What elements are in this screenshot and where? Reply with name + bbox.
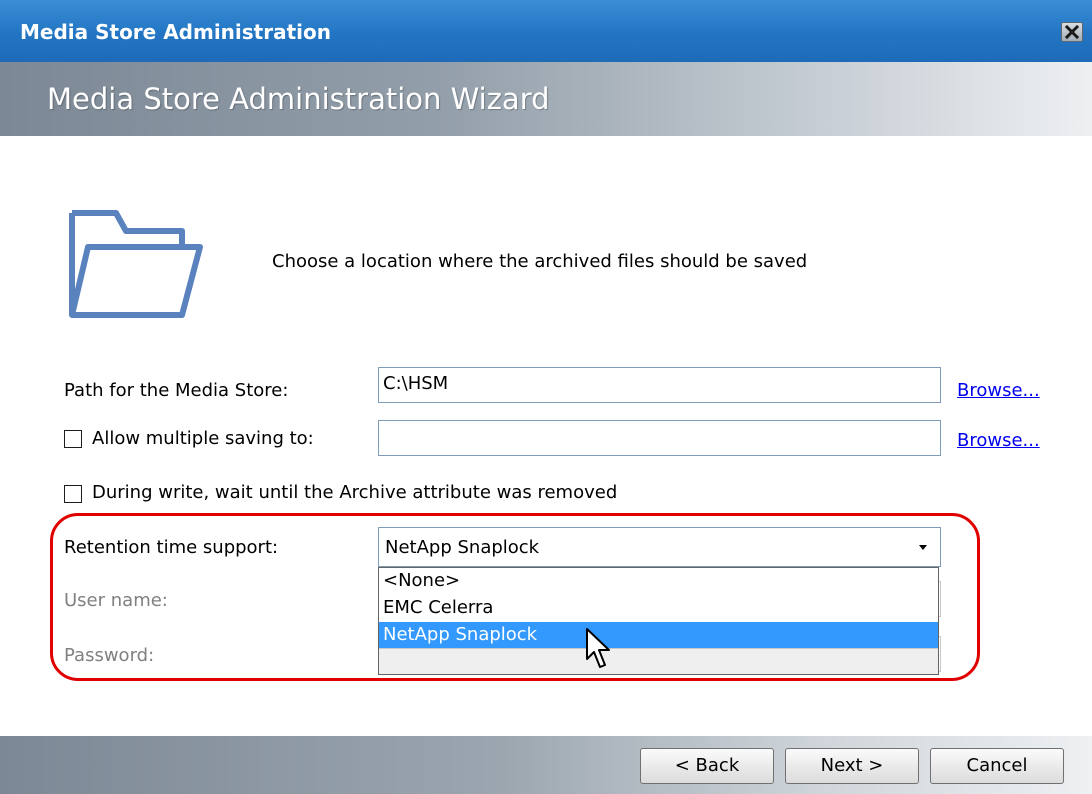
mouse-cursor-icon [586, 628, 610, 668]
option-emc-celerra[interactable]: EMC Celerra [379, 595, 938, 621]
path-input[interactable]: C:\HSM [378, 367, 941, 403]
allow-multiple-checkbox[interactable] [64, 430, 82, 448]
wizard-window: Media Store Administration Media Store A… [0, 0, 1092, 794]
retention-label: Retention time support: [64, 537, 279, 558]
retention-selected-value: NetApp Snaplock [385, 537, 540, 558]
close-icon [1064, 24, 1080, 40]
retention-select[interactable]: NetApp Snaplock [378, 527, 941, 567]
window-title: Media Store Administration [20, 20, 331, 44]
chevron-down-icon[interactable] [906, 528, 940, 566]
option-none[interactable]: <None> [379, 568, 938, 594]
wizard-footer: < Back Next > Cancel [0, 736, 1092, 794]
option-netapp-snaplock[interactable]: NetApp Snaplock [379, 622, 938, 648]
close-button[interactable] [1061, 22, 1083, 42]
title-bar: Media Store Administration [0, 0, 1092, 62]
path-label: Path for the Media Store: [64, 380, 289, 401]
browse-path-link[interactable]: Browse... [957, 380, 1040, 401]
instruction-text: Choose a location where the archived fil… [272, 251, 808, 272]
browse-multiple-link[interactable]: Browse... [957, 430, 1040, 451]
cancel-button[interactable]: Cancel [930, 748, 1064, 784]
next-button[interactable]: Next > [785, 748, 919, 784]
multiple-saving-input[interactable] [378, 420, 941, 456]
wizard-header: Media Store Administration Wizard [0, 62, 1092, 136]
folder-icon [69, 210, 203, 318]
username-label: User name: [64, 590, 168, 611]
archive-attribute-checkbox[interactable] [64, 485, 82, 503]
password-label: Password: [64, 645, 155, 666]
wizard-title: Media Store Administration Wizard [47, 82, 550, 116]
retention-dropdown-list: <None> EMC Celerra NetApp Snaplock [378, 567, 939, 675]
dropdown-list-remainder [379, 648, 938, 674]
back-button[interactable]: < Back [640, 748, 774, 784]
archive-attribute-label: During write, wait until the Archive att… [92, 482, 618, 503]
allow-multiple-label: Allow multiple saving to: [92, 428, 314, 449]
